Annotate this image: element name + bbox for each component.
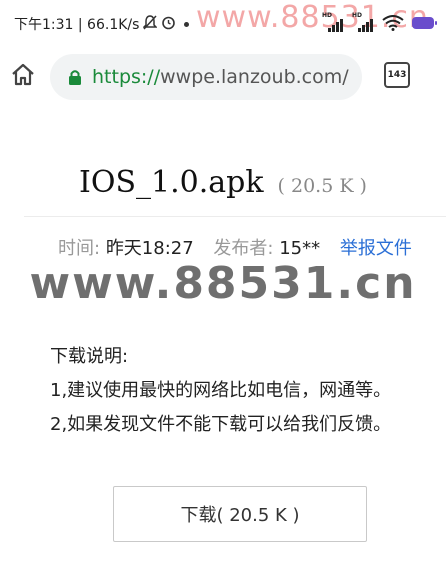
report-file-link[interactable]: 举报文件 xyxy=(340,238,412,259)
download-button[interactable]: 下载( 20.5 K ) xyxy=(113,486,367,542)
url-bar[interactable]: https://wwpe.lanzoub.com/ xyxy=(50,54,362,100)
status-time-speed: 下午1:31 | 66.1K/s xyxy=(14,17,140,33)
watermark-center: www.88531.cn xyxy=(29,258,417,309)
home-button[interactable] xyxy=(8,60,38,90)
alarm-clock-icon xyxy=(161,15,176,34)
tab-count: 143 xyxy=(387,70,407,80)
url-text: wwpe.lanzoub.com/ xyxy=(160,66,349,88)
title-divider xyxy=(24,216,446,217)
time-value: 昨天18:27 xyxy=(105,238,194,259)
browser-toolbar: https://wwpe.lanzoub.com/ 143 xyxy=(0,48,446,104)
status-bar: 下午1:31 | 66.1K/s www.88531.cn HD HD xyxy=(0,0,446,48)
publisher-value: 15** xyxy=(279,238,321,259)
file-size: ( 20.5 K ) xyxy=(277,175,367,197)
instructions-line-1: 1,建议使用最快的网络比如电信，网通等。 xyxy=(50,380,392,401)
hd-signal-icon-1: HD xyxy=(322,12,344,32)
hd-signal-icon-2: HD xyxy=(352,12,374,32)
status-left: 下午1:31 | 66.1K/s xyxy=(14,14,190,34)
url-scheme: https:// xyxy=(92,66,161,88)
download-button-label: 下载( 20.5 K ) xyxy=(180,505,300,526)
instructions-line-2: 2,如果发现文件不能下载可以给我们反馈。 xyxy=(50,414,392,435)
file-title: IOS_1.0.apk ( 20.5 K ) xyxy=(0,165,446,200)
lock-icon xyxy=(69,70,81,85)
notification-dot-icon xyxy=(184,21,190,27)
battery-icon xyxy=(412,17,437,29)
time-label: 时间: xyxy=(58,238,101,259)
wifi-icon xyxy=(382,15,404,31)
publisher-label: 发布者: xyxy=(213,238,274,259)
download-instructions: 下载说明: 1,建议使用最快的网络比如电信，网通等。 2,如果发现文件不能下载可… xyxy=(50,340,391,442)
instructions-heading: 下载说明: xyxy=(50,346,129,367)
tab-switcher-button[interactable]: 143 xyxy=(384,62,410,88)
file-name: IOS_1.0.apk xyxy=(79,165,264,200)
home-icon xyxy=(12,63,34,86)
file-meta-row: 时间: 昨天18:27 发布者: 15** 举报文件 xyxy=(58,234,412,260)
muted-bell-icon xyxy=(142,14,159,34)
status-right: HD HD xyxy=(322,12,437,32)
